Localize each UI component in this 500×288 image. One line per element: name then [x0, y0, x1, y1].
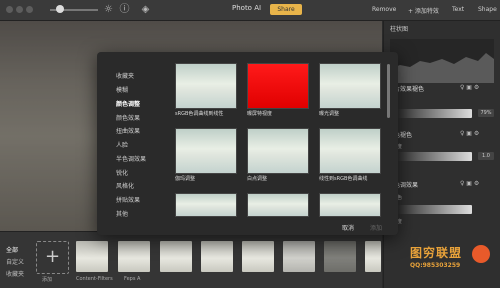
app-title: Photo AI [232, 4, 262, 12]
strip-thumb-label: Content-Filters [76, 276, 113, 282]
strip-thumb[interactable] [160, 241, 192, 272]
share-button[interactable]: Share [270, 4, 302, 15]
section-controls-icon[interactable]: ♀ ▣ ⚙ [460, 130, 479, 137]
effect-thumb[interactable] [319, 128, 381, 174]
add-effect-button[interactable]: + 添加特效 [408, 6, 439, 15]
effect-thumb[interactable] [175, 63, 237, 109]
strip-category-custom[interactable]: 自定义 [6, 257, 24, 266]
section-controls-icon[interactable]: ♀ ▣ ⚙ [460, 180, 479, 187]
layers-icon[interactable]: ◈ [139, 3, 152, 16]
effect-thumb[interactable] [247, 128, 309, 174]
histogram-title: 柱状图 [390, 26, 409, 33]
strip-thumb[interactable] [242, 241, 274, 272]
histogram-graph [390, 53, 494, 83]
modal-category[interactable]: 锐化 [116, 168, 128, 177]
remove-button[interactable]: Remove [372, 6, 396, 13]
strip-thumb[interactable] [324, 241, 356, 272]
zoom-slider-knob[interactable] [56, 5, 64, 13]
modal-category-active[interactable]: 颜色调整 [116, 99, 140, 108]
strip-thumb[interactable] [201, 241, 233, 272]
text-button[interactable]: Text [452, 6, 464, 13]
effect-label: 曝光调整 [319, 111, 340, 117]
info-icon[interactable]: ⓘ [118, 3, 131, 16]
effect-label: sRGB色调曲线到线性 [175, 111, 224, 117]
watermark-qq: QQ:985303259 [410, 262, 461, 269]
modal-category[interactable]: 颜色效果 [116, 113, 140, 122]
modal-category[interactable]: 人脸 [116, 140, 128, 149]
strip-thumb-label: Feps A [124, 276, 141, 282]
add-effect-label: 添加 [42, 277, 53, 283]
effect-thumb[interactable] [247, 63, 309, 109]
shape-button[interactable]: Shape [478, 6, 497, 13]
close-window-button[interactable] [6, 6, 13, 13]
effect-thumb[interactable] [319, 63, 381, 109]
add-effect-tile[interactable]: + [36, 241, 69, 274]
effect-thumb[interactable] [175, 128, 237, 174]
fade-value[interactable]: 79% [478, 109, 494, 117]
histogram [390, 39, 494, 83]
sun-icon[interactable]: ☼ [102, 3, 115, 16]
flame-logo-icon [472, 245, 490, 263]
effect-thumb[interactable] [175, 193, 237, 217]
effect-label: 白点调整 [247, 176, 268, 182]
add-button[interactable]: 添加 [370, 223, 382, 232]
app-window: ☼ ⓘ ◈ Photo AI Share Remove + 添加特效 Text … [0, 0, 500, 288]
effect-label: 伽玛调整 [175, 176, 196, 182]
modal-category[interactable]: 模糊 [116, 85, 128, 94]
effect-thumb[interactable] [247, 193, 309, 217]
fade-slider[interactable] [392, 109, 472, 118]
modal-category[interactable]: 半色调效果 [116, 154, 146, 163]
effect-label: 曝屏特视度 [247, 111, 273, 117]
modal-category[interactable]: 其他 [116, 209, 128, 218]
intensity-slider[interactable] [392, 152, 472, 161]
watermark-title: 图穷联盟 [410, 246, 463, 260]
color-slider[interactable] [392, 205, 472, 214]
cancel-button[interactable]: 取消 [342, 223, 354, 232]
modal-category[interactable]: 收藏夹 [116, 71, 134, 80]
strip-category-all[interactable]: 全部 [6, 245, 18, 254]
effect-label: 线性到sRGB色调曲线 [319, 176, 368, 182]
strip-category-favorites[interactable]: 收藏夹 [6, 269, 24, 278]
effect-grid-scrollbar[interactable] [387, 64, 390, 118]
section-controls-icon[interactable]: ♀ ▣ ⚙ [460, 84, 479, 91]
modal-category[interactable]: 风格化 [116, 181, 134, 190]
modal-category[interactable]: 拼贴效果 [116, 195, 140, 204]
strip-thumb[interactable] [76, 241, 108, 272]
section-title: 片效果褪色 [394, 86, 425, 93]
intensity-value[interactable]: 1.0 [478, 152, 494, 160]
strip-thumb[interactable] [283, 241, 315, 272]
minimize-window-button[interactable] [16, 6, 23, 13]
modal-category[interactable]: 扭曲效果 [116, 126, 140, 135]
zoom-window-button[interactable] [26, 6, 33, 13]
strip-thumb[interactable] [365, 241, 381, 272]
effect-thumb[interactable] [319, 193, 381, 217]
strip-thumb[interactable] [118, 241, 150, 272]
